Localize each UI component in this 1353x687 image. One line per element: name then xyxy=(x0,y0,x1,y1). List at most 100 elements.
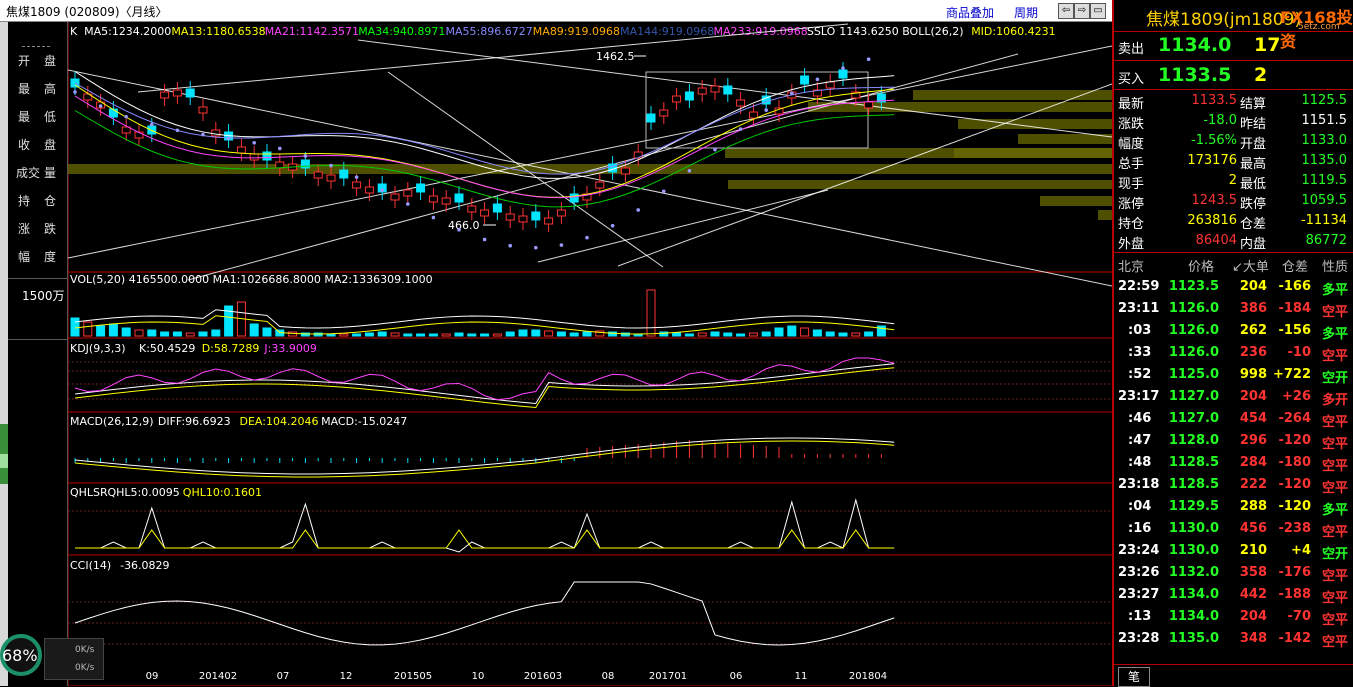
kdj-legend: KDJ(9,3,3) xyxy=(70,342,126,355)
volume-bar xyxy=(556,331,566,337)
tick-row[interactable]: 23:17 1127.0 204 +26 多开 xyxy=(1114,386,1353,408)
candle-body xyxy=(620,167,630,175)
tick-row[interactable]: :16 1130.0 456 -238 空平 xyxy=(1114,518,1353,540)
tick-oi-change: -70 xyxy=(1287,609,1312,624)
sar-dot xyxy=(790,91,794,96)
tick-nature: 空平 xyxy=(1322,349,1349,364)
tick-volume: 236 xyxy=(1239,345,1267,360)
cci-legend: -36.0829 xyxy=(120,559,169,572)
quote-value: 1125.5 xyxy=(1301,93,1348,108)
tick-row[interactable]: 23:28 1135.0 348 -142 空平 xyxy=(1114,628,1353,650)
quote-label: 幅度 xyxy=(1118,137,1145,152)
candle-body xyxy=(160,91,170,99)
tick-row[interactable]: :48 1128.5 284 -180 空平 xyxy=(1114,452,1353,474)
volume-bar xyxy=(531,329,541,337)
back-icon[interactable]: ⇦ xyxy=(1058,3,1074,19)
sar-dot xyxy=(226,136,231,141)
tick-row[interactable]: :46 1127.0 454 -264 空平 xyxy=(1114,408,1353,430)
tick-row[interactable]: :47 1128.0 296 -120 空平 xyxy=(1114,430,1353,452)
bid-row[interactable]: 买入 1133.5 2 xyxy=(1114,61,1353,91)
tick-row[interactable]: 23:11 1126.0 386 -184 空平 xyxy=(1114,298,1353,320)
main-legend-item: MID:1060.4231 xyxy=(971,25,1055,38)
sar-dot xyxy=(278,146,282,151)
qhl5-line xyxy=(75,498,895,553)
quote-row: 现手 2 最低 1119.5 xyxy=(1114,171,1353,192)
candle-body xyxy=(364,186,374,194)
x-axis-tick: 06 xyxy=(730,671,743,682)
price-chart[interactable]: K MA5:1234.2000 MA13:1180.6538 MA21:1142.35… xyxy=(68,22,1112,686)
tick-row[interactable]: :52 1125.0 998 +722 空开 xyxy=(1114,364,1353,386)
tick-oi-change: -142 xyxy=(1278,631,1311,646)
tick-nature: 多平 xyxy=(1322,283,1349,298)
tick-volume: 442 xyxy=(1239,587,1267,602)
tick-volume: 296 xyxy=(1239,433,1267,448)
candle-body xyxy=(352,181,362,189)
tick-row[interactable]: :03 1126.0 262 -156 多平 xyxy=(1114,320,1353,342)
volume-bar xyxy=(160,331,170,337)
candle-body xyxy=(672,95,682,103)
candle-body xyxy=(544,217,554,225)
speed-percent: 68% xyxy=(2,646,38,665)
sar-dot xyxy=(175,128,180,133)
low-row: 最低 xyxy=(18,110,57,124)
volume-bar xyxy=(262,327,272,337)
sar-dot xyxy=(687,168,692,173)
candle-body xyxy=(172,89,182,97)
candle-body xyxy=(236,146,246,154)
candle-body xyxy=(697,87,707,95)
ask-row[interactable]: 卖出 1134.0 17 xyxy=(1114,31,1353,61)
tick-row[interactable]: :04 1129.5 288 -120 多平 xyxy=(1114,496,1353,518)
candle-body xyxy=(659,109,669,117)
volume-bar xyxy=(249,323,259,337)
tick-price: 1126.0 xyxy=(1168,301,1219,316)
tool-strip-highlight[interactable] xyxy=(0,454,8,468)
network-speed-widget[interactable]: 68% 0K/s 0K/s xyxy=(0,632,110,686)
cci-line xyxy=(74,581,895,646)
tick-oi-change: -120 xyxy=(1278,499,1311,514)
tick-oi-change: -166 xyxy=(1278,279,1311,294)
tick-price: 1127.0 xyxy=(1168,411,1219,426)
volume-bar xyxy=(198,331,208,337)
tick-time: 22:59 xyxy=(1118,279,1160,294)
tick-nature: 空平 xyxy=(1322,305,1349,320)
tick-row[interactable]: 23:26 1132.0 358 -176 空平 xyxy=(1114,562,1353,584)
pct-row: 幅度 xyxy=(18,250,57,264)
tick-price: 1126.0 xyxy=(1168,345,1219,360)
volume-bar xyxy=(83,321,93,337)
tick-header-price: 价格 xyxy=(1188,260,1215,275)
tick-price: 1134.0 xyxy=(1168,587,1219,602)
tick-oi-change: -10 xyxy=(1287,345,1312,360)
tick-price: 1128.5 xyxy=(1168,477,1219,492)
candle-body xyxy=(825,81,835,89)
tick-row[interactable]: 23:27 1134.0 442 -188 空平 xyxy=(1114,584,1353,606)
tick-time: 23:26 xyxy=(1118,565,1160,580)
qhlsr-legend: QHL5:0.0095 xyxy=(108,486,180,499)
candle-body xyxy=(198,106,208,114)
tick-row[interactable]: :33 1126.0 236 -10 空平 xyxy=(1114,342,1353,364)
quote-value: 2 xyxy=(1228,173,1237,188)
tick-row[interactable]: :13 1134.0 204 -70 空平 xyxy=(1114,606,1353,628)
window-icon[interactable]: ▭ xyxy=(1090,3,1106,19)
sar-dot xyxy=(73,90,77,94)
tick-row[interactable]: 23:18 1128.5 222 -120 空平 xyxy=(1114,474,1353,496)
trend-line xyxy=(537,189,829,263)
period-link[interactable]: 周期 xyxy=(1014,4,1038,21)
ask-price: 1134.0 xyxy=(1158,34,1232,56)
overlay-commodity-link[interactable]: 商品叠加 xyxy=(946,4,994,21)
tick-row[interactable]: 23:24 1130.0 210 +4 空开 xyxy=(1114,540,1353,562)
candle-body xyxy=(467,205,477,213)
candle-body xyxy=(710,85,720,93)
tick-oi-change: -180 xyxy=(1278,455,1311,470)
candle-body xyxy=(390,193,400,201)
forward-icon[interactable]: ⇨ xyxy=(1074,3,1090,19)
tick-row[interactable]: 22:59 1123.5 204 -166 多平 xyxy=(1114,276,1353,298)
volume-bar xyxy=(800,327,810,337)
quote-row: 持仓 263816 仓差 -11134 xyxy=(1114,211,1353,232)
candle-body xyxy=(646,113,656,123)
tick-time: :46 xyxy=(1128,411,1152,426)
upload-speed: 0K/s xyxy=(75,645,95,655)
tick-tab[interactable]: 笔 xyxy=(1118,667,1150,687)
tick-time: :33 xyxy=(1128,345,1152,360)
cci-legend: CCI(14) xyxy=(70,559,111,572)
sar-dot xyxy=(866,57,871,62)
